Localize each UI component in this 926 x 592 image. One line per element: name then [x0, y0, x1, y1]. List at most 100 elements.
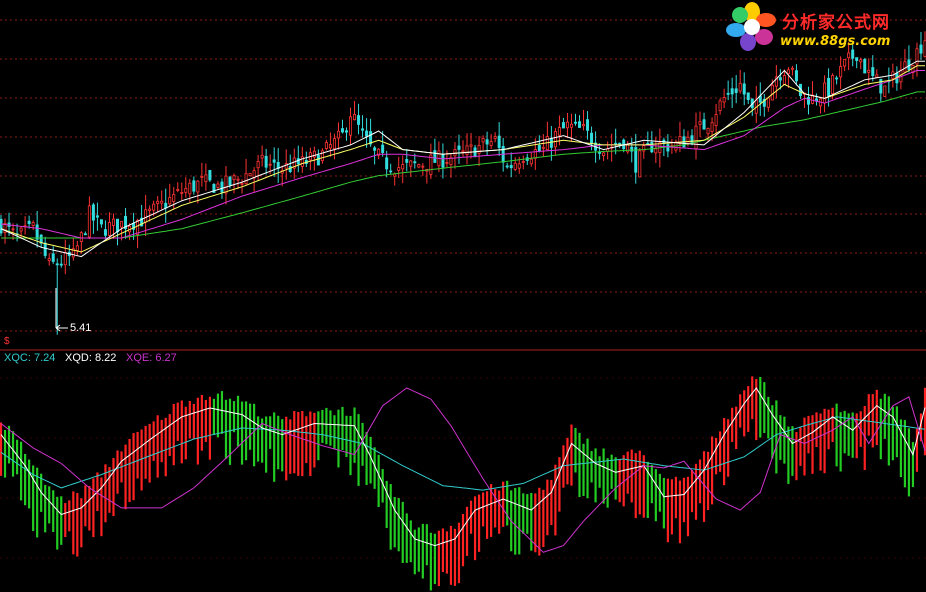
histogram-bar — [799, 427, 802, 466]
candle-body — [152, 203, 156, 211]
histogram-bar — [281, 419, 284, 472]
candle-body — [83, 233, 87, 236]
candle-body — [694, 125, 698, 150]
candle-body — [469, 144, 473, 147]
candle-body — [353, 114, 357, 121]
histogram-bar — [345, 415, 348, 457]
candle-body — [232, 175, 236, 181]
histogram-bar — [743, 390, 746, 437]
histogram-bar — [11, 431, 15, 477]
candle-body — [883, 85, 887, 97]
candle-body — [465, 145, 469, 155]
histogram-bar — [261, 418, 264, 463]
chart-canvas — [0, 2, 926, 591]
candle-body — [172, 194, 176, 202]
histogram-bar — [578, 432, 581, 498]
histogram-bar — [626, 451, 629, 494]
candle-body — [835, 77, 839, 80]
histogram-bar — [819, 413, 822, 471]
histogram-bar — [650, 464, 653, 504]
candle-body — [389, 170, 393, 173]
candle-body — [385, 157, 389, 170]
candle-body — [27, 220, 31, 225]
histogram-bar — [176, 402, 179, 441]
candle-body — [417, 164, 421, 168]
candle-body — [268, 163, 272, 166]
histogram-bar — [791, 426, 794, 476]
candle-body — [823, 82, 827, 104]
candle-body — [698, 121, 702, 125]
histogram-bar — [481, 492, 485, 527]
histogram-bar — [385, 480, 388, 529]
candle-body — [602, 152, 606, 157]
candle-body — [103, 229, 107, 236]
candle-body — [369, 131, 373, 145]
candle-body — [513, 162, 517, 170]
histogram-bar — [654, 469, 657, 522]
histogram-bar — [413, 529, 416, 575]
histogram-bar — [518, 487, 521, 555]
candle-body — [782, 75, 786, 85]
histogram-bar — [317, 411, 320, 461]
histogram-bar — [52, 490, 55, 532]
histogram-bar — [341, 406, 344, 451]
candle-body — [264, 155, 268, 168]
histogram-bar — [273, 412, 276, 482]
histogram-bar — [325, 407, 328, 445]
histogram-bar — [775, 400, 778, 474]
histogram-bar — [188, 400, 191, 439]
candle-body — [445, 162, 449, 164]
ma-line-green — [1, 91, 925, 239]
candle-body — [95, 215, 99, 218]
histogram-bar — [112, 458, 115, 517]
watermark-site-name: 分析家公式网 — [782, 13, 890, 33]
histogram-bar — [827, 409, 830, 450]
candle-body — [650, 141, 654, 153]
candle-body — [638, 150, 642, 178]
candle-body — [75, 245, 79, 251]
candle-body — [569, 123, 573, 128]
histogram-bar — [614, 457, 617, 500]
candle-body — [561, 122, 565, 129]
histogram-bar — [514, 488, 517, 555]
watermark-site-url: www.88gs.com — [780, 34, 891, 49]
indicator-line-xqc — [0, 416, 926, 491]
histogram-bar — [156, 415, 159, 478]
candle-body — [859, 59, 863, 63]
candle-body — [180, 192, 184, 194]
histogram-bar — [473, 496, 477, 561]
low-price-marker — [55, 288, 68, 332]
histogram-bar — [393, 497, 396, 548]
histogram-bar — [293, 411, 296, 474]
candle-body — [224, 175, 228, 194]
histogram-bar — [747, 386, 750, 432]
histogram-bar — [610, 454, 613, 489]
candle-body — [541, 146, 545, 149]
histogram-bar — [763, 382, 766, 434]
legend-xqe: XQE: 6.27 — [126, 352, 177, 364]
histogram-bar — [164, 417, 167, 477]
histogram-bar — [602, 448, 605, 504]
histogram-bar — [180, 400, 183, 464]
candle-body — [421, 165, 425, 168]
histogram-bar — [232, 401, 236, 433]
histogram-bar — [417, 527, 420, 572]
legend-xqd: XQD: 8.22 — [65, 352, 117, 364]
candle-body — [19, 227, 23, 232]
histogram-bar — [638, 450, 641, 515]
histogram-bar — [64, 503, 67, 538]
histogram-bar — [911, 442, 915, 488]
candle-body — [634, 147, 638, 173]
histogram-bar — [212, 398, 216, 435]
histogram-bar — [236, 395, 240, 447]
histogram-bar — [321, 409, 324, 443]
histogram-bar — [168, 414, 171, 457]
histogram-bar — [714, 437, 718, 475]
candle-body — [47, 258, 51, 261]
candle-body — [208, 170, 212, 181]
histogram-bar — [594, 448, 597, 503]
candle-body — [738, 82, 742, 92]
histogram-bar — [875, 389, 878, 446]
histogram-bar — [277, 415, 280, 470]
candle-body — [168, 197, 172, 205]
